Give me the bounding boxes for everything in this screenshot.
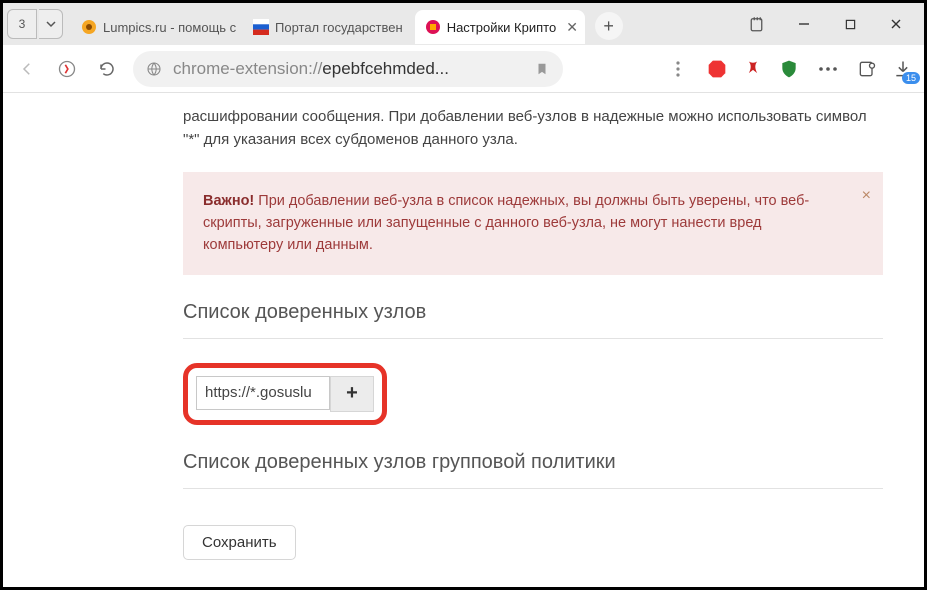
tab-dropdown-button[interactable] <box>39 9 63 39</box>
tab-label: Настройки Крипто <box>447 20 557 35</box>
collections-icon[interactable] <box>736 8 780 40</box>
maximize-button[interactable] <box>828 8 872 40</box>
tab-count-button[interactable]: 3 <box>7 9 37 39</box>
adblock-extension-icon[interactable] <box>706 58 728 80</box>
new-tab-button[interactable]: + <box>595 12 623 40</box>
downloads-icon[interactable] <box>892 58 914 80</box>
yandex-home-icon[interactable] <box>53 55 81 83</box>
save-button[interactable]: Сохранить <box>183 525 296 560</box>
alert-strong: Важно! <box>203 193 254 209</box>
tab-lumpics[interactable]: Lumpics.ru - помощь с <box>71 10 241 44</box>
shield-extension-icon[interactable] <box>778 58 800 80</box>
back-button[interactable] <box>13 55 41 83</box>
warning-alert: Важно! При добавлении веб-узла в список … <box>183 172 883 275</box>
reload-button[interactable] <box>93 55 121 83</box>
alert-close-icon[interactable]: × <box>862 184 871 209</box>
page-content: расшифровании сообщения. При добавлении … <box>3 93 924 587</box>
alert-body: При добавлении веб-узла в список надежны… <box>203 193 809 254</box>
tab-gosuslugi[interactable]: Портал государствен <box>243 10 413 44</box>
group-policy-sites-heading: Список доверенных узлов групповой полити… <box>183 451 883 489</box>
close-window-button[interactable] <box>874 8 918 40</box>
ribbon-extension-icon[interactable] <box>742 58 764 80</box>
site-info-icon[interactable] <box>145 60 163 78</box>
bookmark-icon[interactable] <box>533 60 551 78</box>
minimize-button[interactable] <box>782 8 826 40</box>
trusted-site-input[interactable] <box>196 376 330 410</box>
add-site-button[interactable]: + <box>330 376 374 412</box>
address-text: chrome-extension://epebfcehmded... <box>173 59 523 79</box>
rus-flag-favicon-icon <box>253 19 269 35</box>
add-trusted-site-row: + <box>183 363 387 425</box>
toolbar: chrome-extension://epebfcehmded... <box>3 45 924 93</box>
tab-cryptopro-settings[interactable]: Настройки Крипто ✕ <box>415 10 585 44</box>
menu-dots-icon[interactable] <box>664 55 692 83</box>
address-bar[interactable]: chrome-extension://epebfcehmded... <box>133 51 563 87</box>
cryptopro-favicon-icon <box>425 19 441 35</box>
tab-label: Портал государствен <box>275 20 403 35</box>
trusted-sites-heading: Список доверенных узлов <box>183 301 883 339</box>
tab-label: Lumpics.ru - помощь с <box>103 20 236 35</box>
close-tab-icon[interactable]: ✕ <box>566 19 578 36</box>
addons-icon[interactable] <box>856 58 878 80</box>
more-extensions-icon[interactable] <box>814 55 842 83</box>
lumpics-favicon-icon <box>81 19 97 35</box>
intro-paragraph: расшифровании сообщения. При добавлении … <box>183 105 883 152</box>
titlebar: 3 Lumpics.ru - помощь с Портал государст… <box>3 3 924 45</box>
